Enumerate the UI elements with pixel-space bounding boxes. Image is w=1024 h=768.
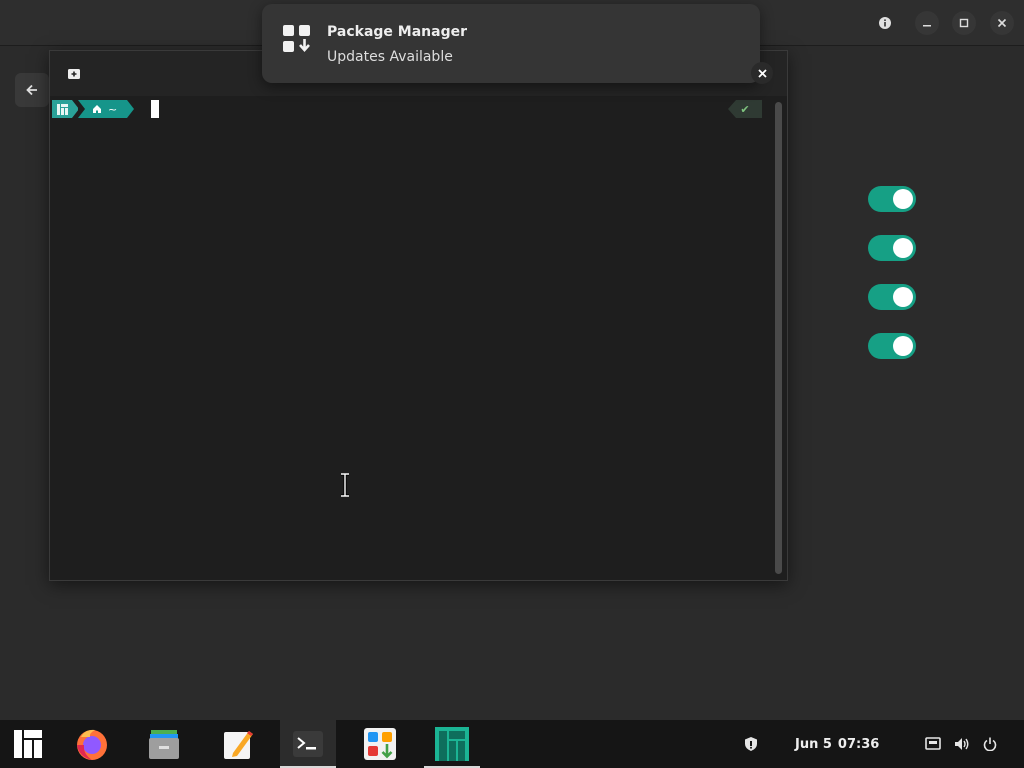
taskbar-firefox[interactable] bbox=[64, 720, 120, 768]
ibeam-cursor-icon bbox=[341, 473, 349, 497]
network-wired-icon bbox=[925, 737, 941, 750]
toggle-switch-4[interactable] bbox=[868, 333, 916, 359]
taskbar-manjaro-hello[interactable] bbox=[424, 720, 480, 768]
taskbar-terminal[interactable] bbox=[280, 720, 336, 768]
toggle-knob bbox=[893, 189, 913, 209]
new-tab-button[interactable] bbox=[66, 66, 82, 82]
taskbar: Jun 5 07:36 bbox=[0, 720, 1024, 768]
toggle-switch-2[interactable] bbox=[868, 235, 916, 261]
notification-body: Updates Available bbox=[327, 49, 453, 65]
minimize-button[interactable] bbox=[915, 11, 939, 35]
manjaro-logo-icon bbox=[56, 103, 68, 115]
home-icon bbox=[93, 105, 101, 113]
arrow-left-icon bbox=[26, 84, 37, 96]
toggle-switch-1[interactable] bbox=[868, 186, 916, 212]
maximize-icon bbox=[959, 18, 969, 28]
close-button[interactable] bbox=[990, 11, 1014, 35]
manjaro-hello-icon bbox=[435, 727, 469, 761]
prompt-os-segment bbox=[52, 100, 79, 118]
package-manager-icon bbox=[283, 25, 310, 52]
taskbar-software-center[interactable] bbox=[352, 720, 408, 768]
tray-power[interactable] bbox=[979, 720, 1001, 768]
close-icon bbox=[997, 18, 1007, 28]
clock-date: Jun 5 bbox=[795, 736, 832, 752]
scrollbar[interactable] bbox=[775, 102, 782, 574]
prompt-path: ~ bbox=[108, 102, 118, 116]
text-editor-icon bbox=[224, 731, 253, 759]
info-button[interactable] bbox=[873, 11, 897, 35]
terminal-icon bbox=[293, 731, 323, 757]
shield-icon bbox=[745, 737, 757, 751]
power-icon bbox=[983, 737, 997, 751]
files-icon bbox=[149, 730, 179, 759]
notification-close-button[interactable] bbox=[751, 62, 773, 84]
clock-time: 07:36 bbox=[837, 736, 880, 752]
close-icon bbox=[757, 68, 767, 78]
taskbar-text-editor[interactable] bbox=[210, 720, 266, 768]
toggle-knob bbox=[893, 238, 913, 258]
terminal-content[interactable]: ~ ✔ bbox=[50, 96, 787, 580]
firefox-icon bbox=[77, 729, 107, 760]
tray-volume[interactable] bbox=[951, 720, 973, 768]
shell-prompt: ~ bbox=[52, 100, 135, 118]
maximize-button[interactable] bbox=[952, 11, 976, 35]
toggle-switch-3[interactable] bbox=[868, 284, 916, 310]
app-menu-button[interactable] bbox=[0, 720, 56, 768]
taskbar-files[interactable] bbox=[136, 720, 192, 768]
tray-security[interactable] bbox=[740, 720, 762, 768]
minimize-icon bbox=[923, 25, 931, 27]
info-icon bbox=[879, 17, 891, 29]
notification-popup[interactable]: Package Manager Updates Available bbox=[262, 4, 760, 83]
software-center-icon bbox=[364, 728, 396, 760]
new-tab-icon bbox=[68, 69, 80, 79]
exit-status-segment: ✔ bbox=[728, 100, 762, 118]
exit-status: ✔ bbox=[740, 102, 750, 116]
manjaro-menu-icon bbox=[14, 730, 42, 758]
back-button[interactable] bbox=[15, 73, 49, 107]
terminal-window[interactable]: ~ ✔ bbox=[49, 50, 788, 581]
toggle-knob bbox=[893, 336, 913, 356]
clock[interactable]: Jun 5 07:36 bbox=[795, 720, 879, 768]
notification-title: Package Manager bbox=[327, 24, 467, 40]
toggle-knob bbox=[893, 287, 913, 307]
text-cursor bbox=[151, 100, 159, 118]
volume-icon bbox=[955, 738, 969, 750]
tray-network[interactable] bbox=[922, 720, 944, 768]
prompt-path-segment: ~ bbox=[78, 100, 135, 118]
